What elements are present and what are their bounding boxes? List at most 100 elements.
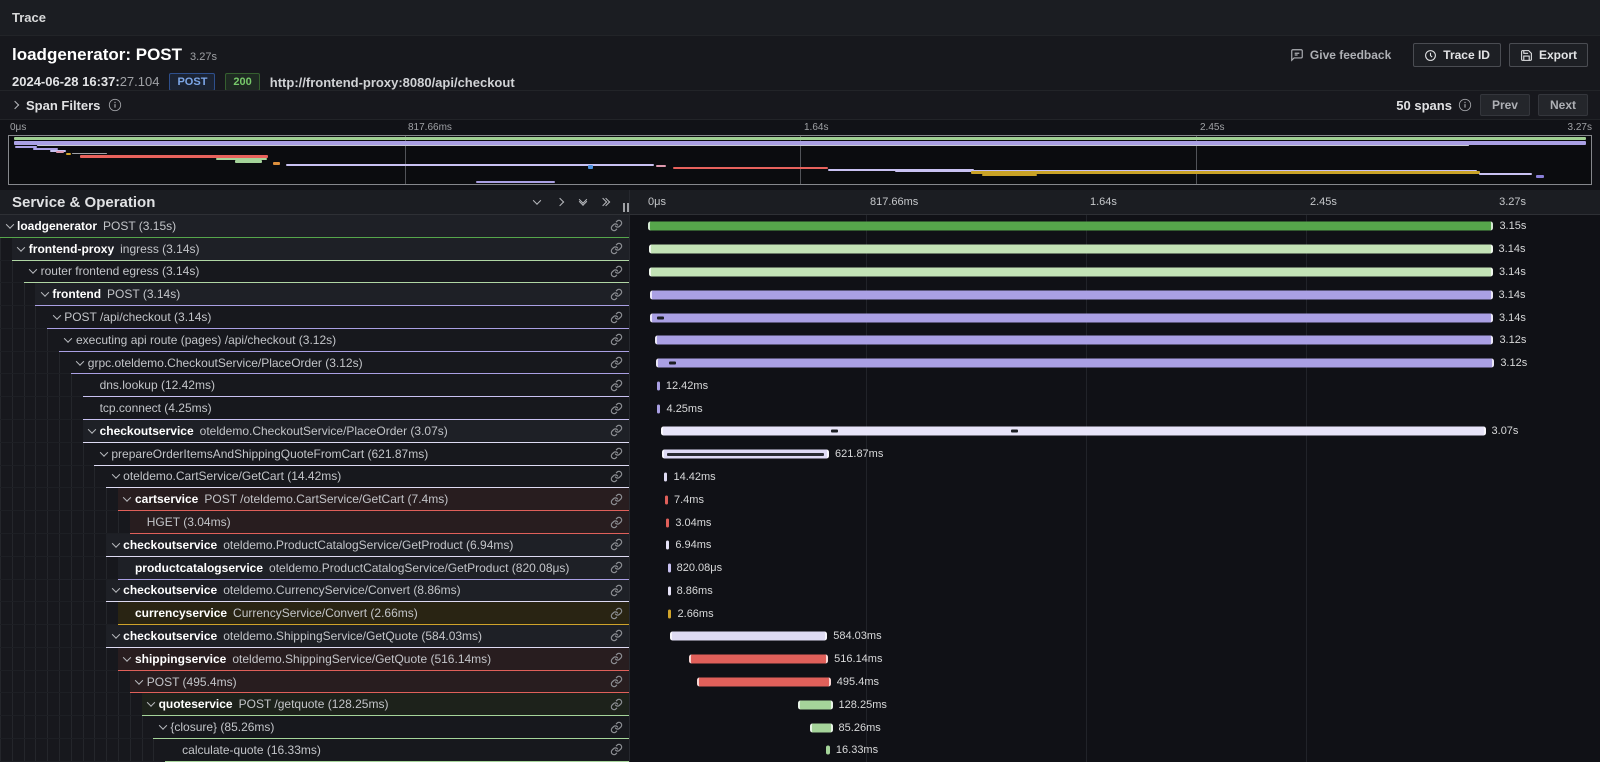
span-name-cell[interactable]: oteldemo.CartService/GetCart (14.42ms) (0, 466, 630, 489)
chevron-down-icon[interactable] (49, 314, 64, 320)
chevron-down-icon[interactable] (108, 633, 123, 639)
chevron-down-icon[interactable] (120, 656, 135, 662)
chevron-right-icon[interactable] (557, 199, 563, 205)
link-icon[interactable] (610, 242, 623, 255)
link-icon[interactable] (610, 311, 623, 324)
column-resize-handle[interactable] (623, 203, 629, 212)
link-icon[interactable] (610, 333, 623, 346)
chevron-down-icon[interactable] (85, 428, 100, 434)
chevron-down-icon[interactable] (61, 337, 76, 343)
link-icon[interactable] (610, 607, 623, 620)
span-bar[interactable] (668, 609, 671, 618)
span-bar[interactable] (657, 381, 660, 390)
chevron-down-icon[interactable] (108, 587, 123, 593)
span-name-cell[interactable]: executing api route (pages) /api/checkou… (0, 329, 630, 352)
link-icon[interactable] (610, 470, 623, 483)
span-bar[interactable] (810, 723, 833, 732)
span-name-cell[interactable]: frontend-proxyingress (3.14s) (0, 238, 630, 261)
span-name-cell[interactable]: POST (495.4ms) (0, 671, 630, 694)
chevron-right-icon[interactable] (12, 102, 18, 108)
span-name-cell[interactable]: currencyserviceCurrencyService/Convert (… (0, 602, 630, 625)
span-name-cell[interactable]: quoteservicePOST /getquote (128.25ms) (0, 693, 630, 716)
span-bar[interactable] (798, 700, 832, 709)
chevron-down-icon[interactable] (73, 360, 88, 366)
span-filters-label[interactable]: Span Filters (26, 98, 100, 113)
span-bar[interactable] (650, 290, 1493, 299)
span-name-cell[interactable]: HGET (3.04ms) (0, 511, 630, 534)
span-name-cell[interactable]: calculate-quote (16.33ms) (0, 739, 630, 762)
export-button[interactable]: Export (1509, 43, 1588, 67)
link-icon[interactable] (610, 629, 623, 642)
link-icon[interactable] (610, 516, 623, 529)
span-bar[interactable] (661, 427, 1486, 436)
span-bar[interactable] (649, 245, 1493, 254)
link-icon[interactable] (610, 721, 623, 734)
span-bar[interactable] (650, 313, 1493, 322)
chevron-down-icon[interactable] (155, 724, 170, 730)
link-icon[interactable] (610, 584, 623, 597)
give-feedback-link[interactable]: Give feedback (1290, 48, 1391, 62)
link-icon[interactable] (610, 356, 623, 369)
span-name-cell[interactable]: checkoutserviceoteldemo.CurrencyService/… (0, 580, 630, 603)
span-bar[interactable] (826, 746, 830, 755)
link-icon[interactable] (610, 493, 623, 506)
span-name-cell[interactable]: {closure} (85.26ms) (0, 716, 630, 739)
span-name-cell[interactable]: grpc.oteldemo.CheckoutService/PlaceOrder… (0, 352, 630, 375)
chevron-down-icon[interactable] (108, 473, 123, 479)
span-bar[interactable] (664, 472, 668, 481)
span-name-cell[interactable]: POST /api/checkout (3.14s) (0, 306, 630, 329)
span-name-cell[interactable]: loadgeneratorPOST (3.15s) (0, 215, 630, 238)
chevron-down-icon[interactable] (120, 496, 135, 502)
link-icon[interactable] (610, 402, 623, 415)
span-bar[interactable] (668, 586, 671, 595)
span-name-cell[interactable]: dns.lookup (12.42ms) (0, 374, 630, 397)
chevron-down-icon[interactable] (2, 223, 17, 229)
span-bar[interactable] (655, 336, 1494, 345)
chevron-down-icon[interactable] (37, 291, 52, 297)
chevron-down-icon[interactable] (144, 701, 159, 707)
link-icon[interactable] (610, 561, 623, 574)
chevron-down-icon[interactable] (108, 542, 123, 548)
span-name-cell[interactable]: productcatalogserviceoteldemo.ProductCat… (0, 557, 630, 580)
span-name-cell[interactable]: checkoutserviceoteldemo.CheckoutService/… (0, 420, 630, 443)
span-bar[interactable] (657, 404, 660, 413)
double-chevron-right-icon[interactable] (603, 199, 609, 205)
span-bar[interactable] (666, 541, 669, 550)
chevron-down-icon[interactable] (132, 679, 147, 685)
link-icon[interactable] (610, 698, 623, 711)
span-name-cell[interactable]: prepareOrderItemsAndShippingQuoteFromCar… (0, 443, 630, 466)
span-bar[interactable] (697, 678, 831, 687)
minimap-viewport[interactable] (8, 135, 1592, 185)
link-icon[interactable] (610, 447, 623, 460)
link-icon[interactable] (610, 219, 623, 232)
span-bar[interactable] (662, 450, 829, 459)
span-name-cell[interactable]: shippingserviceoteldemo.ShippingService/… (0, 648, 630, 671)
span-name-cell[interactable]: checkoutserviceoteldemo.ProductCatalogSe… (0, 534, 630, 557)
span-bar[interactable] (689, 655, 828, 664)
span-bar[interactable] (665, 495, 668, 504)
span-bar[interactable] (668, 564, 671, 573)
next-button[interactable]: Next (1538, 94, 1588, 116)
span-name-cell[interactable]: router frontend egress (3.14s) (0, 261, 630, 284)
span-name-cell[interactable]: frontendPOST (3.14s) (0, 283, 630, 306)
trace-id-button[interactable]: Trace ID (1413, 43, 1501, 67)
span-name-cell[interactable]: tcp.connect (4.25ms) (0, 397, 630, 420)
chevron-down-icon[interactable] (26, 268, 41, 274)
span-bar[interactable] (670, 632, 828, 641)
link-icon[interactable] (610, 424, 623, 437)
prev-button[interactable]: Prev (1480, 94, 1530, 116)
link-icon[interactable] (610, 675, 623, 688)
chevron-down-icon[interactable] (14, 246, 29, 252)
span-name-cell[interactable]: checkoutserviceoteldemo.ShippingService/… (0, 625, 630, 648)
link-icon[interactable] (610, 538, 623, 551)
chevron-down-icon[interactable] (534, 199, 540, 205)
span-name-cell[interactable]: cartservicePOST /oteldemo.CartService/Ge… (0, 488, 630, 511)
span-bar[interactable] (648, 222, 1494, 231)
link-icon[interactable] (610, 743, 623, 756)
link-icon[interactable] (610, 265, 623, 278)
link-icon[interactable] (610, 379, 623, 392)
link-icon[interactable] (610, 652, 623, 665)
double-chevron-down-icon[interactable] (580, 198, 586, 206)
chevron-down-icon[interactable] (96, 451, 111, 457)
link-icon[interactable] (610, 288, 623, 301)
